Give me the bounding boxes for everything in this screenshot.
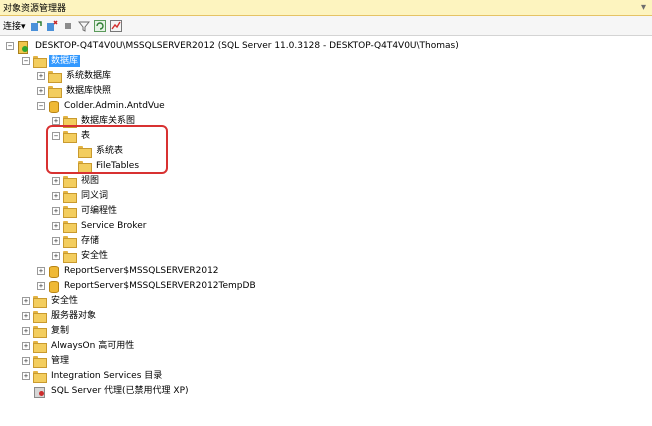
tree-node-replication[interactable]: + 复制	[22, 324, 71, 338]
stop-icon[interactable]	[62, 20, 74, 32]
no-toggle	[22, 387, 30, 395]
collapse-toggle[interactable]: −	[37, 102, 45, 110]
server-label: DESKTOP-Q4T4V0U\MSSQLSERVER2012 (SQL Ser…	[35, 41, 459, 51]
tree-node-user-db[interactable]: − Colder.Admin.AntdVue	[37, 99, 167, 113]
expand-toggle[interactable]: +	[22, 312, 30, 320]
expand-toggle[interactable]: +	[37, 282, 45, 290]
service-broker-label: Service Broker	[81, 221, 147, 231]
storage-label: 存储	[81, 236, 100, 246]
tree-node-server[interactable]: − DESKTOP-Q4T4V0U\MSSQLSERVER2012 (SQL S…	[6, 39, 461, 54]
report-server-label: ReportServer$MSSQLSERVER2012	[64, 266, 219, 276]
db-snapshots-label: 数据库快照	[66, 86, 112, 96]
tree-node-security[interactable]: + 安全性	[22, 294, 80, 308]
server-objects-label: 服务器对象	[51, 311, 97, 321]
synonyms-label: 同义词	[81, 191, 109, 201]
sql-agent-icon	[33, 385, 45, 398]
expand-toggle[interactable]: +	[52, 117, 60, 125]
expand-toggle[interactable]: +	[52, 222, 60, 230]
disconnect-icon[interactable]	[46, 19, 58, 32]
collapse-toggle[interactable]: −	[22, 57, 30, 65]
replication-label: 复制	[51, 326, 70, 336]
folder-icon	[33, 326, 47, 338]
pin-icon[interactable]: ▾	[641, 2, 646, 13]
folder-icon	[63, 206, 77, 218]
management-label: 管理	[51, 356, 70, 366]
tree-node-management[interactable]: + 管理	[22, 354, 71, 368]
folder-icon	[33, 296, 47, 308]
connect-button[interactable]: 连接▾	[3, 19, 26, 32]
object-explorer-titlebar: 对象资源管理器 ▾	[0, 0, 652, 16]
folder-icon	[33, 56, 47, 68]
folder-icon	[63, 251, 77, 263]
report-server-temp-label: ReportServer$MSSQLSERVER2012TempDB	[64, 281, 256, 291]
expand-toggle[interactable]: +	[52, 192, 60, 200]
expand-toggle[interactable]: +	[22, 372, 30, 380]
annotation-highlight-box	[46, 125, 168, 174]
sql-agent-label: SQL Server 代理(已禁用代理 XP)	[51, 386, 189, 396]
folder-icon	[33, 356, 47, 368]
tree-node-report-server[interactable]: + ReportServer$MSSQLSERVER2012	[37, 264, 221, 278]
db-security-label: 安全性	[81, 251, 109, 261]
expand-toggle[interactable]: +	[22, 357, 30, 365]
expand-toggle[interactable]: +	[52, 177, 60, 185]
tree-node-service-broker[interactable]: + Service Broker	[52, 219, 148, 233]
tree-node-views[interactable]: + 视图	[52, 174, 101, 188]
tree-node-db-snapshots[interactable]: + 数据库快照	[37, 84, 113, 98]
folder-icon	[63, 221, 77, 233]
system-databases-label: 系统数据库	[66, 71, 112, 81]
expand-toggle[interactable]: +	[52, 237, 60, 245]
object-explorer-tree: − DESKTOP-Q4T4V0U\MSSQLSERVER2012 (SQL S…	[0, 36, 652, 426]
alwayson-label: AlwaysOn 高可用性	[51, 341, 135, 351]
database-icon	[48, 100, 59, 113]
expand-toggle[interactable]: +	[52, 252, 60, 260]
folder-icon	[63, 191, 77, 203]
object-explorer-toolbar: 连接▾	[0, 16, 652, 36]
tree-node-programmability[interactable]: + 可编程性	[52, 204, 119, 218]
tree-node-server-objects[interactable]: + 服务器对象	[22, 309, 98, 323]
tree-node-integration-services[interactable]: + Integration Services 目录	[22, 369, 164, 383]
tree-node-synonyms[interactable]: + 同义词	[52, 189, 110, 203]
connect-object-explorer-icon[interactable]	[30, 20, 42, 32]
database-icon	[48, 280, 59, 293]
tree-node-storage[interactable]: + 存储	[52, 234, 101, 248]
window-title: 对象资源管理器	[3, 4, 67, 14]
programmability-label: 可编程性	[81, 206, 118, 216]
security-label: 安全性	[51, 296, 79, 306]
folder-icon	[63, 176, 77, 188]
expand-toggle[interactable]: +	[52, 207, 60, 215]
folder-icon	[48, 71, 62, 83]
folder-icon	[63, 236, 77, 248]
expand-toggle[interactable]: +	[22, 342, 30, 350]
user-db-label: Colder.Admin.AntdVue	[64, 101, 165, 111]
integration-services-label: Integration Services 目录	[51, 371, 163, 381]
tree-node-alwayson[interactable]: + AlwaysOn 高可用性	[22, 339, 136, 353]
server-icon	[17, 40, 29, 54]
folder-icon	[33, 341, 47, 353]
views-label: 视图	[81, 176, 100, 186]
database-icon	[48, 265, 59, 278]
expand-toggle[interactable]: +	[37, 87, 45, 95]
filter-icon[interactable]	[77, 20, 90, 32]
folder-icon	[33, 371, 47, 383]
tree-node-databases[interactable]: − 数据库	[22, 54, 81, 68]
folder-icon	[33, 311, 47, 323]
tree-node-db-security[interactable]: + 安全性	[52, 249, 110, 263]
databases-label: 数据库	[49, 55, 81, 67]
refresh-icon[interactable]	[93, 19, 106, 32]
tree-node-sql-agent[interactable]: SQL Server 代理(已禁用代理 XP)	[22, 384, 191, 398]
expand-toggle[interactable]: +	[22, 297, 30, 305]
expand-toggle[interactable]: +	[37, 267, 45, 275]
collapse-toggle[interactable]: −	[6, 42, 14, 50]
activity-monitor-icon[interactable]	[109, 19, 122, 32]
expand-toggle[interactable]: +	[37, 72, 45, 80]
tree-node-report-server-temp[interactable]: + ReportServer$MSSQLSERVER2012TempDB	[37, 279, 258, 293]
tree-node-system-databases[interactable]: + 系统数据库	[37, 69, 113, 83]
folder-icon	[48, 86, 62, 98]
expand-toggle[interactable]: +	[22, 327, 30, 335]
